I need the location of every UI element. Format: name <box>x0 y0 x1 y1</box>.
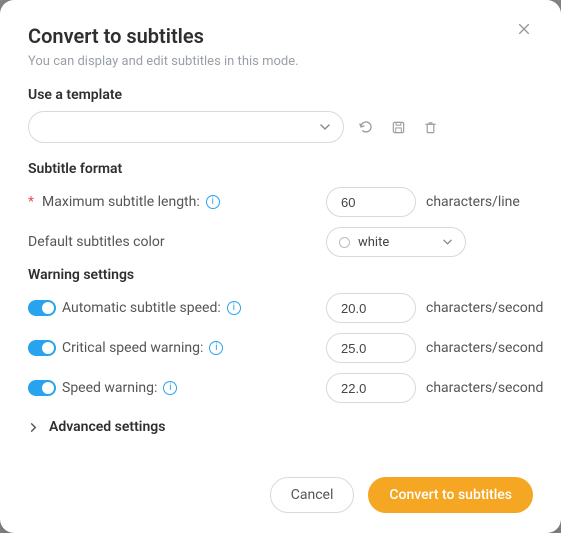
close-icon <box>517 22 531 36</box>
critical-speed-unit: characters/second <box>426 340 543 356</box>
speed-warning-label: Speed warning: <box>62 380 157 396</box>
speed-warning-toggle[interactable] <box>28 380 56 396</box>
max-length-row: * Maximum subtitle length: i characters/… <box>28 185 533 219</box>
color-label: Default subtitles color <box>28 234 316 250</box>
color-select[interactable]: white <box>326 227 466 257</box>
convert-button[interactable]: Convert to subtitles <box>368 477 533 513</box>
refresh-template-button[interactable] <box>356 117 376 137</box>
convert-subtitles-modal: Convert to subtitles You can display and… <box>0 0 561 533</box>
required-asterisk: * <box>28 194 34 210</box>
delete-template-button[interactable] <box>420 117 440 137</box>
speed-warning-input[interactable] <box>326 373 416 403</box>
auto-speed-label-cell: Automatic subtitle speed: i <box>28 300 316 316</box>
color-swatch-icon <box>339 237 350 248</box>
template-select[interactable] <box>28 111 344 143</box>
speed-warning-row: Speed warning: i characters/second <box>28 371 533 405</box>
critical-speed-row: Critical speed warning: i characters/sec… <box>28 331 533 365</box>
modal-subtitle: You can display and edit subtitles in th… <box>28 54 533 69</box>
cancel-button[interactable]: Cancel <box>270 477 355 513</box>
close-button[interactable] <box>517 22 537 42</box>
convert-button-label: Convert to subtitles <box>389 487 512 503</box>
auto-speed-row: Automatic subtitle speed: i characters/s… <box>28 291 533 325</box>
chevron-down-icon <box>442 237 453 248</box>
auto-speed-input[interactable] <box>326 293 416 323</box>
color-value: white <box>358 235 389 250</box>
advanced-settings-label: Advanced settings <box>49 419 165 435</box>
info-icon[interactable]: i <box>163 381 177 395</box>
auto-speed-label: Automatic subtitle speed: <box>62 300 221 316</box>
refresh-icon <box>358 119 374 135</box>
critical-speed-toggle[interactable] <box>28 340 56 356</box>
info-icon[interactable]: i <box>209 341 223 355</box>
warning-settings-label: Warning settings <box>28 267 533 283</box>
save-template-button[interactable] <box>388 117 408 137</box>
modal-footer: Cancel Convert to subtitles <box>270 477 533 513</box>
advanced-settings-toggle[interactable]: Advanced settings <box>28 419 533 435</box>
critical-speed-label: Critical speed warning: <box>62 340 203 356</box>
info-icon[interactable]: i <box>227 301 241 315</box>
auto-speed-unit: characters/second <box>426 300 543 316</box>
critical-speed-input[interactable] <box>326 333 416 363</box>
critical-speed-label-cell: Critical speed warning: i <box>28 340 316 356</box>
chevron-down-icon <box>319 121 331 133</box>
max-length-label-cell: * Maximum subtitle length: i <box>28 194 316 210</box>
max-length-unit: characters/line <box>426 194 533 210</box>
cancel-button-label: Cancel <box>291 487 334 503</box>
use-template-label: Use a template <box>28 87 533 103</box>
save-icon <box>391 120 406 135</box>
auto-speed-toggle[interactable] <box>28 300 56 316</box>
modal-title: Convert to subtitles <box>28 24 533 48</box>
chevron-right-icon <box>28 422 39 433</box>
max-length-label: Maximum subtitle length: <box>42 194 200 210</box>
color-row: Default subtitles color white <box>28 225 533 259</box>
info-icon[interactable]: i <box>206 195 220 209</box>
speed-warning-unit: characters/second <box>426 380 543 396</box>
trash-icon <box>423 120 438 135</box>
subtitle-format-label: Subtitle format <box>28 161 533 177</box>
template-row <box>28 111 533 143</box>
max-length-input[interactable] <box>326 187 416 217</box>
speed-warning-label-cell: Speed warning: i <box>28 380 316 396</box>
